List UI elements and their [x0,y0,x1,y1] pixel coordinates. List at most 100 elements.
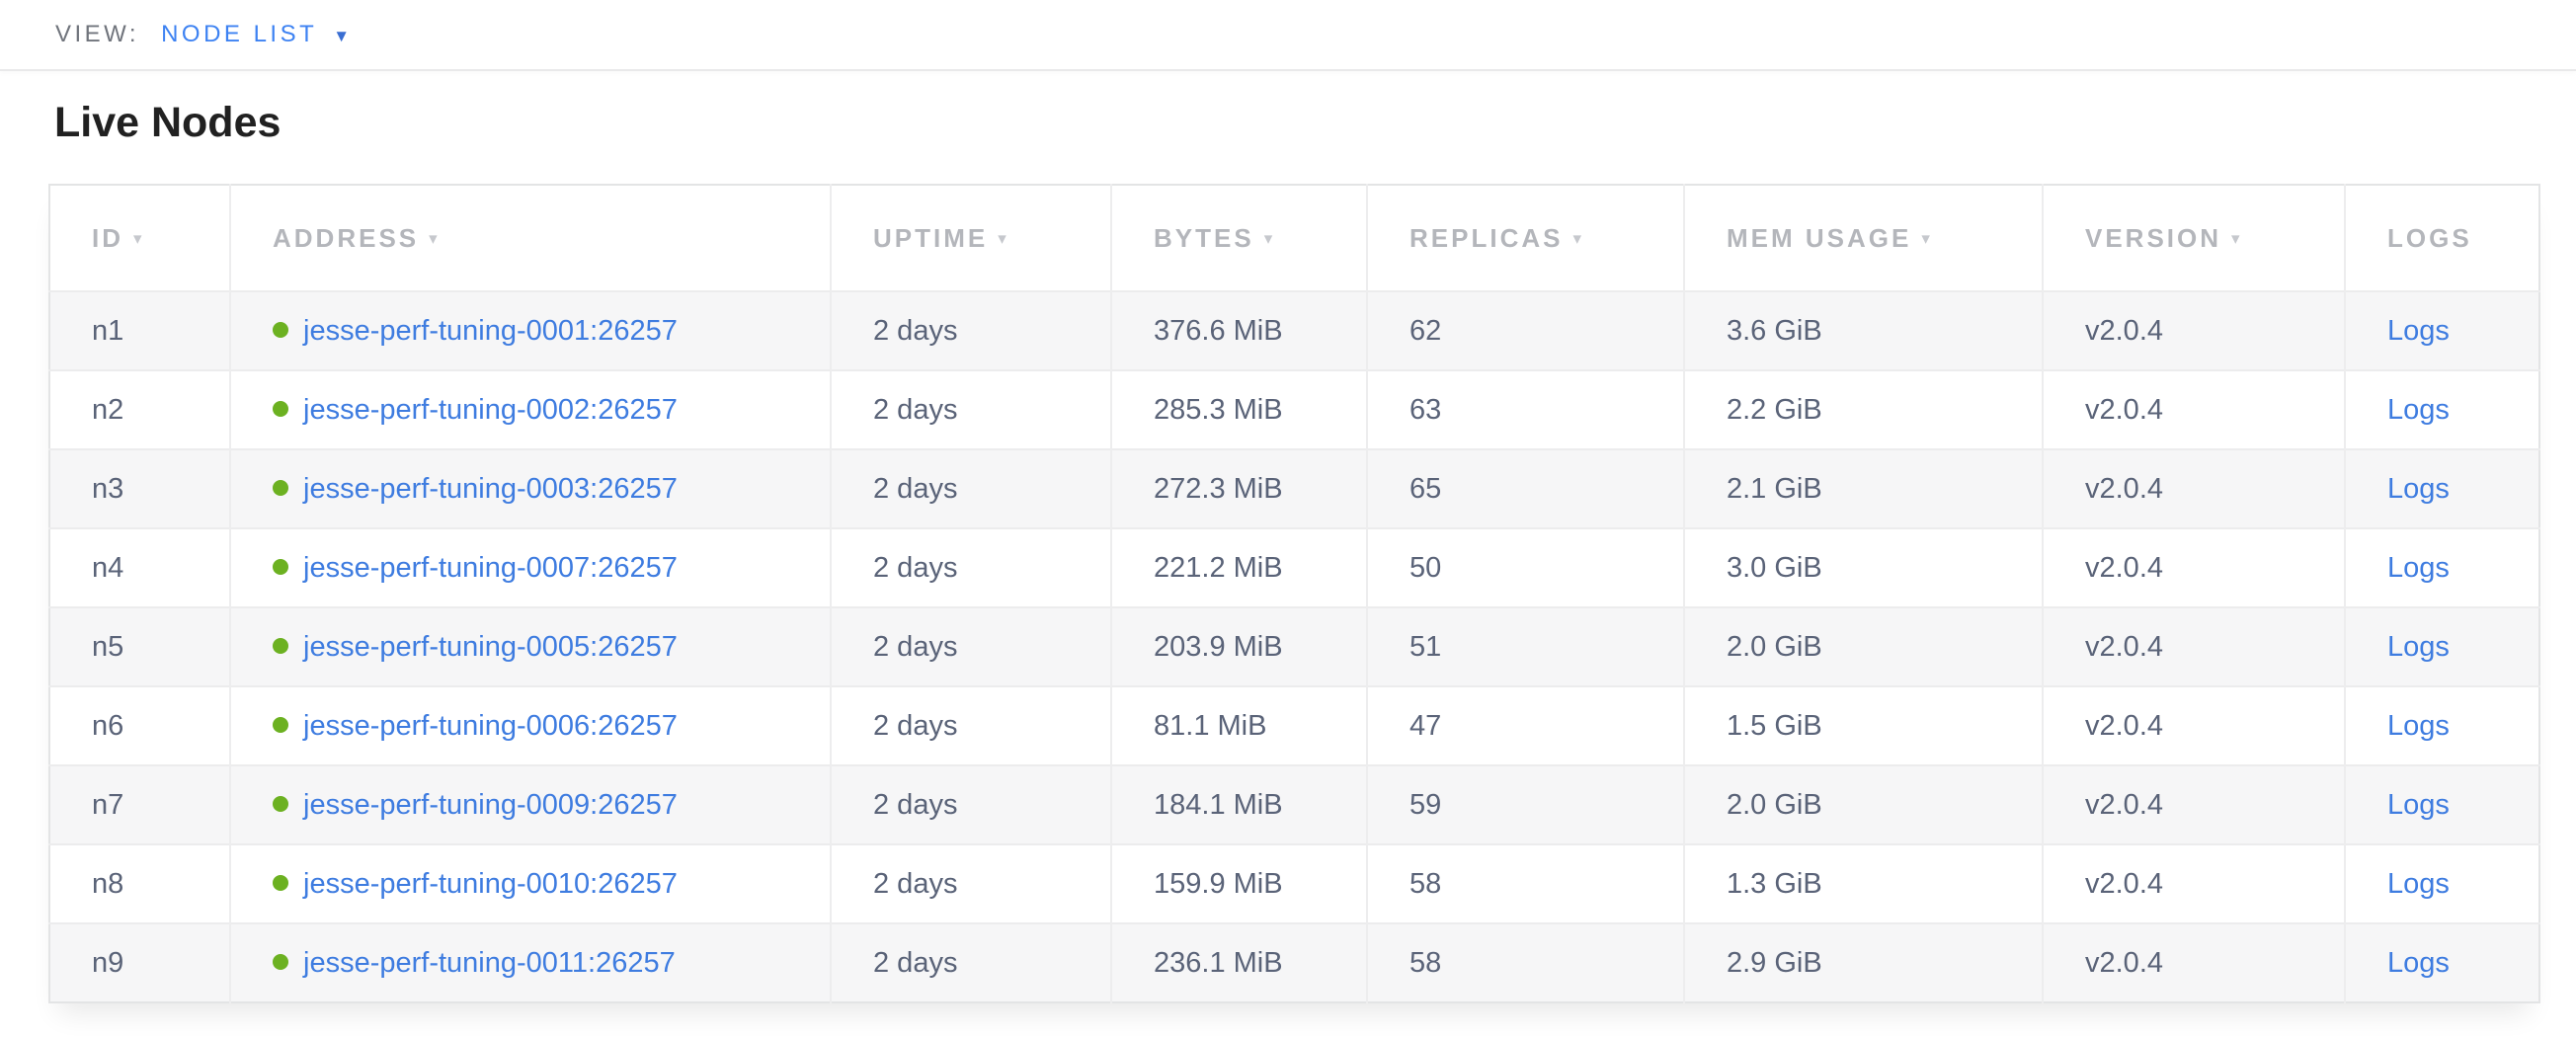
sort-arrow-icon: ▾ [1572,229,1584,249]
table-row: n2 jesse-perf-tuning-0002:26257 2 days 2… [49,370,2539,449]
logs-link[interactable]: Logs [2387,710,2450,742]
node-address-link[interactable]: jesse-perf-tuning-0005:26257 [303,631,678,663]
node-live-status-icon [273,717,288,733]
node-uptime-cell: 2 days [831,765,1111,844]
node-live-status-icon [273,638,288,654]
node-id-cell: n8 [49,844,230,923]
node-logs-cell: Logs [2345,844,2539,923]
column-header-version[interactable]: VERSION▾ [2043,185,2345,291]
node-uptime-cell: 2 days [831,686,1111,765]
node-bytes-cell: 285.3 MiB [1111,370,1367,449]
chevron-down-icon: ▼ [333,28,350,44]
node-live-status-icon [273,559,288,575]
node-replicas-cell: 51 [1367,607,1684,686]
node-mem-usage-cell: 2.2 GiB [1684,370,2043,449]
logs-link[interactable]: Logs [2387,315,2450,347]
node-id-cell: n2 [49,370,230,449]
node-address-link[interactable]: jesse-perf-tuning-0001:26257 [303,315,678,347]
logs-link[interactable]: Logs [2387,868,2450,900]
logs-link[interactable]: Logs [2387,631,2450,663]
table-row: n8 jesse-perf-tuning-0010:26257 2 days 1… [49,844,2539,923]
node-replicas-cell: 65 [1367,449,1684,528]
logs-link[interactable]: Logs [2387,394,2450,426]
column-header-mem-usage[interactable]: MEM USAGE▾ [1684,185,2043,291]
node-bytes-cell: 159.9 MiB [1111,844,1367,923]
node-live-status-icon [273,796,288,812]
node-uptime-cell: 2 days [831,291,1111,370]
logs-link[interactable]: Logs [2387,473,2450,505]
node-address-cell: jesse-perf-tuning-0001:26257 [230,291,831,370]
node-uptime-cell: 2 days [831,449,1111,528]
column-header-id[interactable]: ID▾ [49,185,230,291]
node-version-cell: v2.0.4 [2043,291,2345,370]
node-mem-usage-cell: 1.5 GiB [1684,686,2043,765]
logs-link[interactable]: Logs [2387,947,2450,979]
node-bytes-cell: 81.1 MiB [1111,686,1367,765]
node-address-cell: jesse-perf-tuning-0011:26257 [230,923,831,1002]
node-address-cell: jesse-perf-tuning-0003:26257 [230,449,831,528]
node-version-cell: v2.0.4 [2043,370,2345,449]
column-header-logs: LOGS [2345,185,2539,291]
sort-arrow-icon: ▾ [133,229,145,249]
node-address-cell: jesse-perf-tuning-0006:26257 [230,686,831,765]
node-address-link[interactable]: jesse-perf-tuning-0002:26257 [303,394,678,426]
table-row: n1 jesse-perf-tuning-0001:26257 2 days 3… [49,291,2539,370]
column-header-bytes[interactable]: BYTES▾ [1111,185,1367,291]
node-bytes-cell: 203.9 MiB [1111,607,1367,686]
node-logs-cell: Logs [2345,370,2539,449]
column-header-uptime[interactable]: UPTIME▾ [831,185,1111,291]
live-nodes-table: ID▾ ADDRESS▾ UPTIME▾ BYTES▾ REPLICAS▾ ME… [48,184,2538,1003]
node-live-status-icon [273,480,288,496]
node-version-cell: v2.0.4 [2043,528,2345,607]
node-logs-cell: Logs [2345,923,2539,1002]
node-version-cell: v2.0.4 [2043,607,2345,686]
table-row: n5 jesse-perf-tuning-0005:26257 2 days 2… [49,607,2539,686]
node-list-dropdown[interactable]: NODE LIST ▼ [161,21,350,48]
node-uptime-cell: 2 days [831,528,1111,607]
node-address-link[interactable]: jesse-perf-tuning-0011:26257 [303,947,676,979]
node-bytes-cell: 184.1 MiB [1111,765,1367,844]
table-row: n4 jesse-perf-tuning-0007:26257 2 days 2… [49,528,2539,607]
node-uptime-cell: 2 days [831,607,1111,686]
node-live-status-icon [273,954,288,970]
node-id-cell: n9 [49,923,230,1002]
node-mem-usage-cell: 2.0 GiB [1684,765,2043,844]
node-mem-usage-cell: 2.9 GiB [1684,923,2043,1002]
table-row: n7 jesse-perf-tuning-0009:26257 2 days 1… [49,765,2539,844]
column-header-replicas[interactable]: REPLICAS▾ [1367,185,1684,291]
node-replicas-cell: 58 [1367,844,1684,923]
node-replicas-cell: 62 [1367,291,1684,370]
logs-link[interactable]: Logs [2387,789,2450,821]
node-bytes-cell: 236.1 MiB [1111,923,1367,1002]
table-row: n9 jesse-perf-tuning-0011:26257 2 days 2… [49,923,2539,1002]
node-logs-cell: Logs [2345,449,2539,528]
table-row: n6 jesse-perf-tuning-0006:26257 2 days 8… [49,686,2539,765]
node-bytes-cell: 221.2 MiB [1111,528,1367,607]
node-address-link[interactable]: jesse-perf-tuning-0003:26257 [303,473,678,505]
node-id-cell: n6 [49,686,230,765]
node-address-link[interactable]: jesse-perf-tuning-0010:26257 [303,868,678,900]
logs-link[interactable]: Logs [2387,552,2450,584]
node-logs-cell: Logs [2345,765,2539,844]
node-logs-cell: Logs [2345,528,2539,607]
node-address-link[interactable]: jesse-perf-tuning-0006:26257 [303,710,678,742]
node-uptime-cell: 2 days [831,844,1111,923]
sort-arrow-icon: ▾ [429,229,441,249]
node-address-link[interactable]: jesse-perf-tuning-0009:26257 [303,789,678,821]
sort-arrow-icon: ▾ [1264,229,1276,249]
node-uptime-cell: 2 days [831,370,1111,449]
node-logs-cell: Logs [2345,291,2539,370]
node-address-cell: jesse-perf-tuning-0002:26257 [230,370,831,449]
node-live-status-icon [273,875,288,891]
node-bytes-cell: 376.6 MiB [1111,291,1367,370]
sort-arrow-icon: ▾ [2231,229,2243,249]
node-mem-usage-cell: 2.0 GiB [1684,607,2043,686]
node-address-link[interactable]: jesse-perf-tuning-0007:26257 [303,552,678,584]
column-header-address[interactable]: ADDRESS▾ [230,185,831,291]
node-address-cell: jesse-perf-tuning-0010:26257 [230,844,831,923]
node-version-cell: v2.0.4 [2043,449,2345,528]
node-id-cell: n4 [49,528,230,607]
node-uptime-cell: 2 days [831,923,1111,1002]
node-address-cell: jesse-perf-tuning-0007:26257 [230,528,831,607]
node-logs-cell: Logs [2345,686,2539,765]
